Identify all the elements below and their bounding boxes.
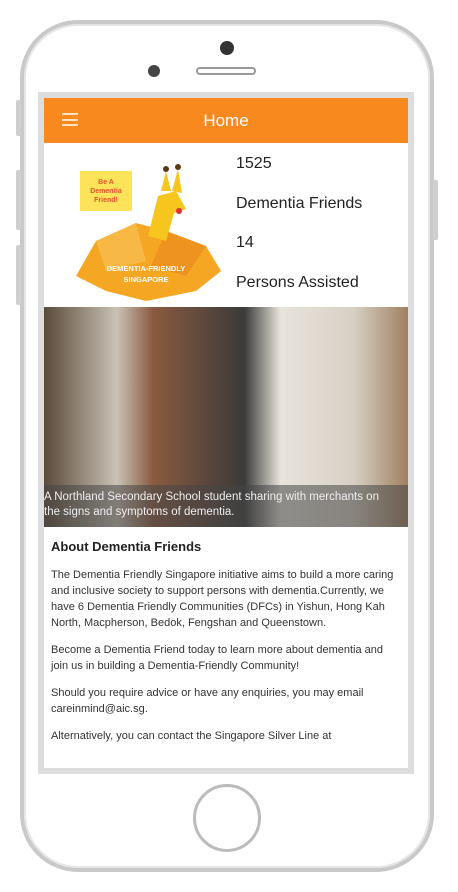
page-title: Home: [203, 110, 249, 130]
about-paragraph: The Dementia Friendly Singapore initiati…: [51, 569, 394, 629]
about-paragraph: Should you require advice or have any en…: [51, 687, 364, 715]
svg-text:Friend!: Friend!: [94, 197, 118, 204]
app-header: Home: [44, 98, 408, 143]
svg-text:DEMENTIA-FRIENDLY: DEMENTIA-FRIENDLY: [107, 264, 185, 273]
dementia-friends-count: 1525: [236, 155, 272, 172]
about-section: About Dementia Friends The Dementia Frie…: [44, 527, 408, 767]
hamburger-menu-icon[interactable]: [62, 113, 78, 126]
about-paragraph: Alternatively, you can contact the Singa…: [51, 730, 332, 742]
dementia-friendly-singapore-logo: Be A Dementia Friend! DEMENTIA-FRIENDLY …: [76, 164, 221, 301]
volume-up-button: [16, 170, 21, 230]
camera: [220, 41, 234, 55]
about-paragraph: Become a Dementia Friend today to learn …: [51, 644, 384, 672]
power-button: [433, 180, 438, 240]
mute-switch: [16, 100, 21, 136]
dementia-friends-label: Dementia Friends: [236, 194, 363, 212]
svg-text:Be A: Be A: [98, 179, 114, 186]
home-button[interactable]: [193, 784, 261, 852]
caption-line: A Northland Secondary School student sha…: [44, 491, 379, 503]
svg-text:Dementia: Dementia: [90, 188, 122, 195]
stats-panel: 1525 Dementia Friends 14 Persons Assiste…: [236, 155, 362, 313]
caption-line: the signs and symptoms of dementia.: [44, 506, 235, 518]
sensor: [148, 65, 160, 77]
persons-assisted-count: 14: [236, 234, 254, 251]
volume-down-button: [16, 245, 21, 305]
photo-caption: A Northland Secondary School student sha…: [44, 485, 408, 527]
about-title: About Dementia Friends: [51, 539, 202, 554]
featured-photo[interactable]: A Northland Secondary School student sha…: [44, 307, 408, 527]
svg-text:SINGAPORE: SINGAPORE: [123, 275, 168, 284]
speaker: [196, 67, 256, 75]
screen: Home Be A Dementia Friend! DEMENTIA-FRIE…: [38, 92, 414, 774]
